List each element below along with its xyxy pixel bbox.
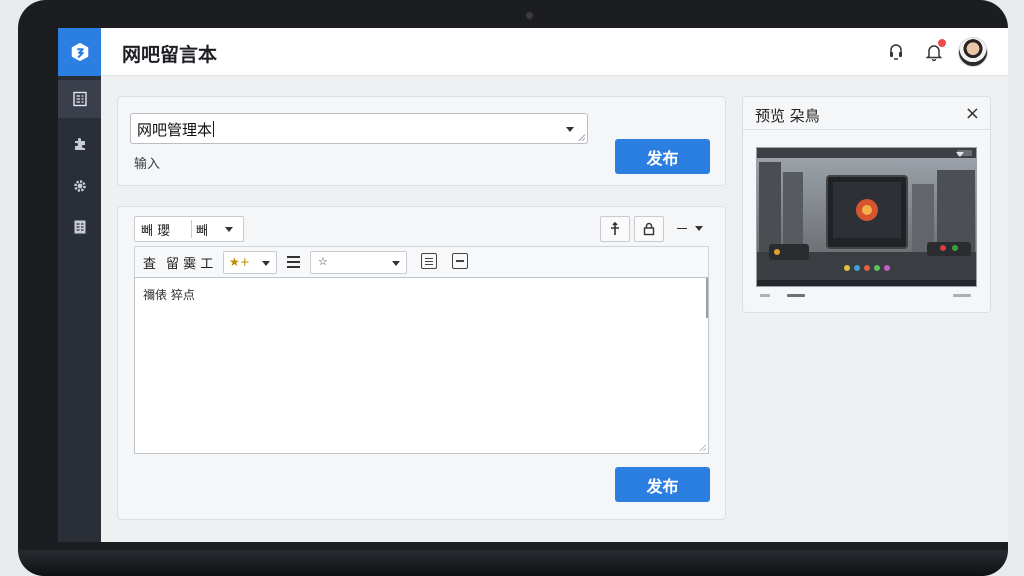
notification-badge: [938, 39, 946, 47]
message-editor[interactable]: 禰俵 猝点: [134, 277, 709, 454]
preview-indicator-active[interactable]: [787, 294, 805, 297]
style-select-value: ★+: [229, 255, 250, 269]
preview-screenshot: [756, 147, 977, 287]
format-group-label: 빼 瓔: [141, 223, 171, 239]
camera-dot: [525, 11, 534, 20]
format-group[interactable]: 빼 瓔 빼: [134, 216, 244, 242]
headset-icon[interactable]: [886, 42, 906, 62]
chevron-down-icon: [695, 226, 703, 231]
collapse-icon[interactable]: [452, 253, 468, 269]
publish-button-bottom[interactable]: 发布: [615, 467, 710, 502]
sidebar: [58, 28, 101, 542]
editor-content: 禰俵 猝点: [143, 288, 195, 302]
publish-button-top[interactable]: 发布: [615, 139, 710, 174]
pin-button[interactable]: [600, 216, 630, 242]
editor-panel: 빼 瓔 빼 査 留 霙 工 ★+ ☆ 禰俵 猝点 发布: [117, 206, 726, 520]
gear-icon[interactable]: [58, 167, 101, 205]
resize-grip-icon[interactable]: [699, 444, 706, 451]
toolbar-item-2[interactable]: 留 霙 工: [166, 253, 213, 272]
preview-header: 预览 朶鳥 ×: [743, 97, 990, 130]
avatar[interactable]: [958, 37, 988, 67]
more-dropdown[interactable]: [677, 222, 707, 236]
screen: 网吧留言本 网吧管理本 输入 发布 빼 瓔 빼 査 留 霙 工 ★+ ☆ 禰俵 …: [58, 28, 1008, 542]
size-select[interactable]: ☆: [310, 251, 407, 274]
formatting-toolbar: 査 留 霙 工 ★+ ☆: [134, 246, 709, 278]
size-select-value: ☆: [318, 255, 328, 268]
style-select[interactable]: ★+: [223, 251, 277, 274]
device-frame: 网吧留言本 网吧管理本 输入 发布 빼 瓔 빼 査 留 霙 工 ★+ ☆ 禰俵 …: [18, 0, 1008, 576]
chevron-down-icon: [566, 127, 574, 132]
format-select-label: 빼: [196, 223, 208, 239]
preview-indicator: [760, 294, 770, 297]
chevron-down-icon: [392, 261, 400, 266]
title-value: 网吧管理本: [137, 121, 213, 139]
input-hint: 输入: [134, 157, 161, 172]
paragraph-icon[interactable]: [421, 253, 437, 269]
top-header: 网吧留言本: [101, 28, 1008, 76]
app-title: 网吧留言本: [122, 44, 218, 66]
logo-icon[interactable]: [58, 28, 101, 76]
chevron-down-icon: [262, 261, 270, 266]
puzzle-icon[interactable]: [58, 125, 101, 163]
lock-button[interactable]: [634, 216, 664, 242]
list-icon[interactable]: [287, 256, 300, 268]
preview-title: 预览 朶鳥: [755, 107, 820, 125]
chevron-down-icon: [225, 227, 233, 232]
title-panel: 网吧管理本 输入 发布: [117, 96, 726, 186]
title-dropdown[interactable]: 网吧管理本: [130, 113, 588, 144]
chevron-down-icon[interactable]: [956, 152, 964, 157]
close-icon[interactable]: ×: [965, 103, 980, 124]
report-icon[interactable]: [58, 208, 101, 246]
preview-indicator: [953, 294, 971, 297]
resize-grip-icon: [578, 134, 585, 141]
document-list-icon[interactable]: [58, 80, 101, 118]
preview-panel: 预览 朶鳥 ×: [742, 96, 991, 313]
editor-scrollbar[interactable]: [706, 278, 708, 318]
toolbar-item-1[interactable]: 査: [143, 253, 156, 272]
bell-icon[interactable]: [924, 39, 946, 62]
